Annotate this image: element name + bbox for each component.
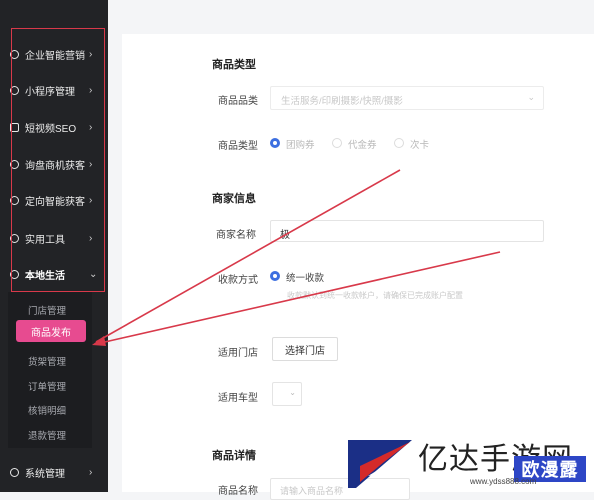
- settings-icon: [10, 467, 19, 477]
- sidebar-item-enterprise-marketing[interactable]: 企业智能营销 ›: [0, 42, 108, 66]
- merchant-name-input[interactable]: 极: [270, 220, 544, 242]
- label-product-category: 商品品类: [218, 96, 258, 107]
- label-applicable-vehicle: 适用车型: [218, 393, 258, 404]
- grid-icon: [10, 49, 19, 59]
- chevron-right-icon: ›: [89, 466, 93, 478]
- chevron-right-icon: ›: [89, 84, 93, 96]
- radio-voucher[interactable]: [332, 138, 342, 148]
- chevron-right-icon: ›: [89, 158, 93, 170]
- sidebar-item-short-video-seo[interactable]: 短视频SEO ›: [0, 115, 108, 139]
- product-name-placeholder: 请输入商品名称: [280, 486, 344, 496]
- video-icon: [10, 122, 19, 132]
- sidebar-nav: 企业智能营销 › 小程序管理 › 短视频SEO › 询盘商机获客 › 定向智能获…: [0, 0, 108, 492]
- section-title-product-type: 商品类型: [212, 59, 256, 71]
- sidebar-item-system-management[interactable]: 系统管理 ›: [0, 460, 108, 484]
- chevron-down-icon: ⌄: [527, 92, 535, 102]
- category-select-value: 生活服务/印刷摄影/快照/摄影: [281, 96, 403, 107]
- radio-group-buy[interactable]: [270, 138, 280, 148]
- watermark-url: www.ydss888.com: [470, 477, 537, 486]
- section-title-merchant-info: 商家信息: [212, 193, 256, 205]
- label-payment-method: 收款方式: [218, 275, 258, 286]
- submenu-item-store-management[interactable]: 门店管理: [28, 303, 66, 317]
- sidebar-item-label: 实用工具: [25, 234, 65, 246]
- submenu-item-product-publish[interactable]: 商品发布: [16, 320, 86, 342]
- chevron-right-icon: ›: [89, 194, 93, 206]
- target-icon: [10, 195, 19, 205]
- sidebar-item-label: 企业智能营销: [25, 50, 85, 62]
- submenu-item-order-management[interactable]: 订单管理: [28, 379, 66, 393]
- sidebar-item-label: 本地生活: [25, 270, 65, 282]
- vehicle-select[interactable]: ⌄: [272, 382, 302, 406]
- local-life-icon: [10, 269, 19, 279]
- sidebar-item-tools[interactable]: 实用工具 ›: [0, 226, 108, 250]
- label-product-name: 商品名称: [218, 486, 258, 497]
- radio-times-card[interactable]: [394, 138, 404, 148]
- sidebar-item-label: 短视频SEO: [25, 123, 77, 135]
- chevron-down-icon: ⌄: [89, 268, 98, 280]
- sidebar-item-label: 定向智能获客: [25, 196, 85, 208]
- submenu-item-shelf-management[interactable]: 货架管理: [28, 354, 66, 368]
- payment-hint-text: 收款默认到统一收款帐户，请确保已完成账户配置: [287, 291, 463, 300]
- radio-unified-payment[interactable]: [270, 271, 280, 281]
- radio-label-times-card: 次卡: [410, 140, 430, 151]
- sidebar-item-label: 小程序管理: [25, 86, 75, 98]
- chevron-down-icon: ⌄: [289, 388, 296, 397]
- merchant-name-value: 极: [280, 230, 290, 241]
- sidebar-item-inquiry[interactable]: 询盘商机获客 ›: [0, 152, 108, 176]
- section-title-product-details: 商品详情: [212, 450, 256, 462]
- submenu-item-refund-management[interactable]: 退款管理: [28, 428, 66, 442]
- tools-icon: [10, 233, 19, 243]
- chevron-right-icon: ›: [89, 232, 93, 244]
- sidebar-item-label: 询盘商机获客: [25, 160, 85, 172]
- label-applicable-stores: 适用门店: [218, 348, 258, 359]
- radio-label-voucher: 代金券: [348, 140, 377, 151]
- sidebar-item-targeted-acquisition[interactable]: 定向智能获客 ›: [0, 188, 108, 212]
- sidebar-item-local-life[interactable]: 本地生活 ⌄: [0, 262, 108, 286]
- category-select[interactable]: 生活服务/印刷摄影/快照/摄影 ⌄: [270, 86, 544, 110]
- chevron-right-icon: ›: [89, 48, 93, 60]
- inquiry-icon: [10, 159, 19, 169]
- radio-label-unified-payment: 统一收款: [286, 273, 325, 284]
- sidebar-item-label: 系统管理: [25, 468, 65, 480]
- select-store-button[interactable]: 选择门店: [272, 337, 338, 361]
- radio-label-group-buy: 团购券: [286, 140, 315, 151]
- chevron-right-icon: ›: [89, 121, 93, 133]
- label-merchant-name: 商家名称: [216, 230, 256, 241]
- label-product-type: 商品类型: [218, 141, 258, 152]
- watermark-logo-icon: [348, 440, 412, 488]
- sidebar-item-miniapp[interactable]: 小程序管理 ›: [0, 78, 108, 102]
- miniapp-icon: [10, 85, 19, 95]
- submenu-item-verification-details[interactable]: 核销明细: [28, 403, 66, 417]
